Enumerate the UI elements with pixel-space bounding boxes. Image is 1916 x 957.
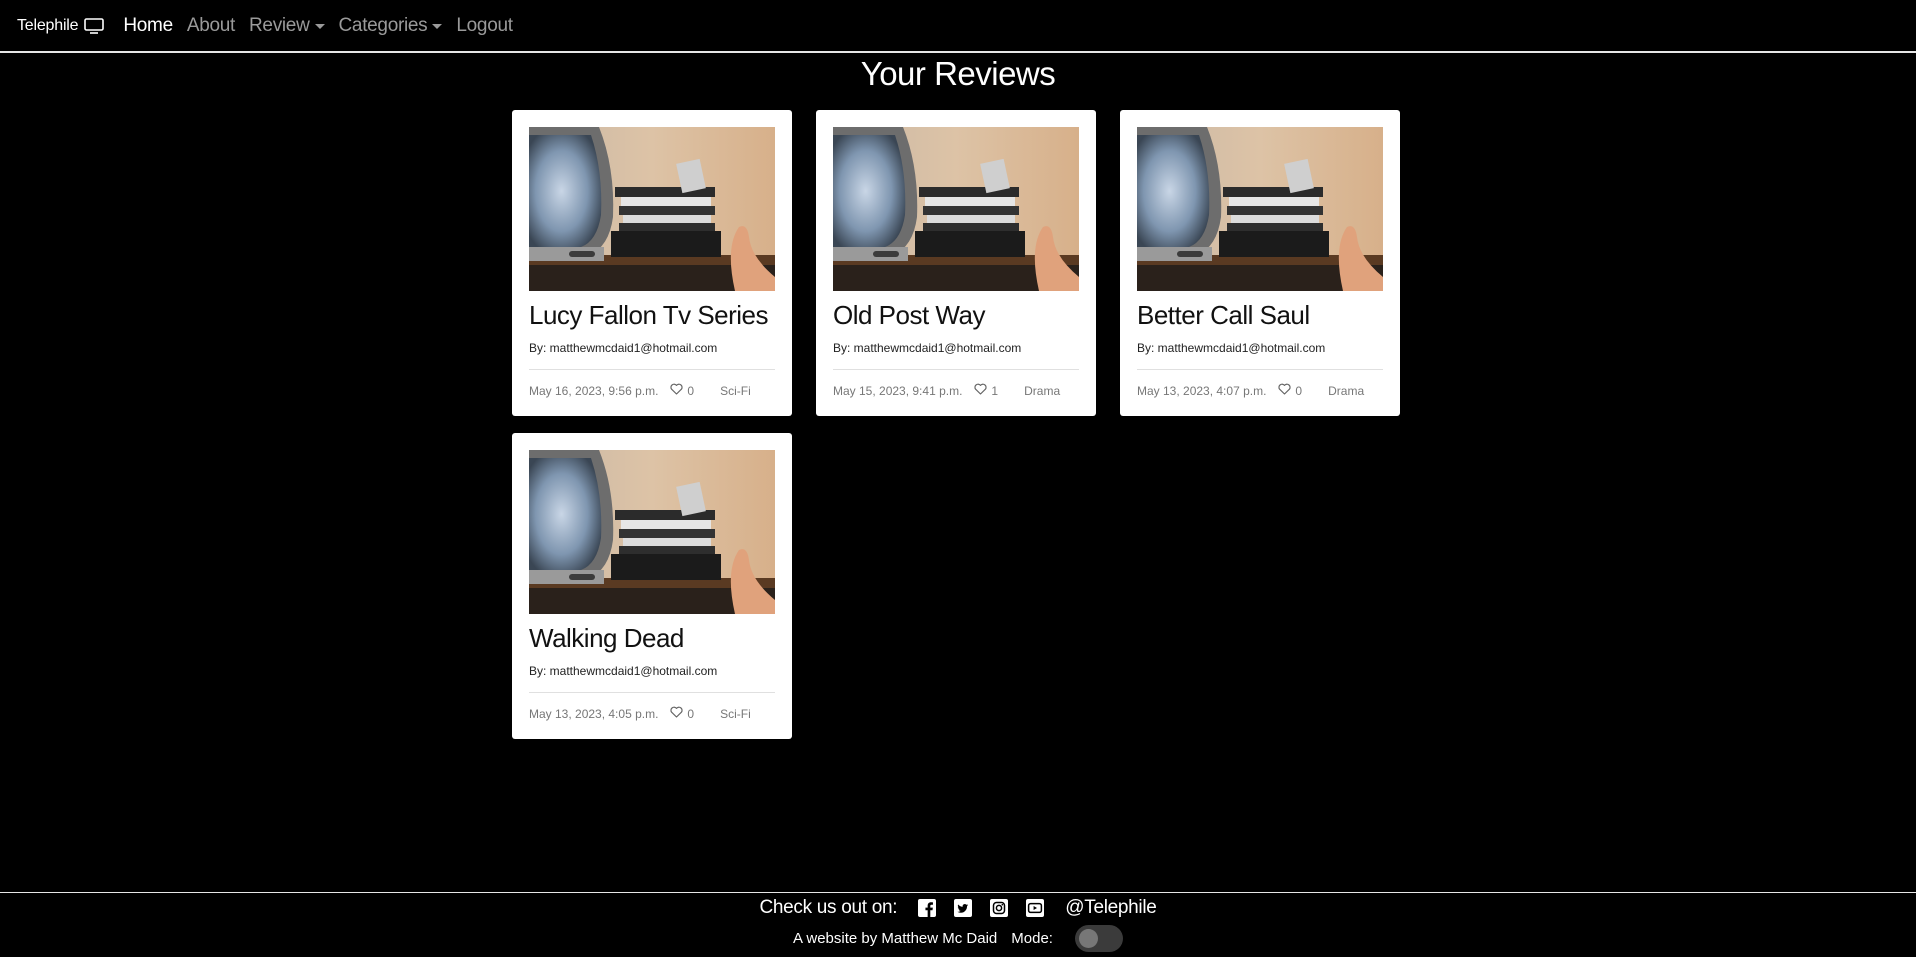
- card-divider: [1137, 369, 1383, 370]
- review-likes: 0: [670, 706, 694, 721]
- youtube-icon[interactable]: [1026, 899, 1045, 917]
- review-card[interactable]: Better Call Saul By: matthewmcdaid1@hotm…: [1120, 110, 1400, 416]
- nav-links: Home About Review Categories Logout: [123, 15, 526, 37]
- brand-name: Telephile: [17, 16, 79, 34]
- social-links: [909, 899, 1053, 917]
- heart-icon: [670, 706, 687, 721]
- review-category: Sci-Fi: [720, 383, 751, 398]
- review-card[interactable]: Old Post Way By: matthewmcdaid1@hotmail.…: [816, 110, 1096, 416]
- nav-home[interactable]: Home: [123, 14, 173, 37]
- instagram-icon[interactable]: [990, 899, 1009, 917]
- review-date: May 16, 2023, 9:56 p.m.: [529, 383, 659, 398]
- review-title[interactable]: Lucy Fallon Tv Series: [529, 299, 775, 331]
- review-category: Sci-Fi: [720, 706, 751, 721]
- review-image[interactable]: [529, 127, 775, 291]
- likes-count: 0: [1295, 383, 1303, 398]
- review-author: By: matthewmcdaid1@hotmail.com: [529, 341, 718, 355]
- nav-about-label: About: [186, 14, 235, 36]
- nav-review-label: Review: [249, 14, 310, 36]
- card-divider: [529, 369, 775, 370]
- review-likes: 0: [1278, 383, 1302, 398]
- caret-down-icon: [314, 24, 325, 29]
- footer-social-row: Check us out on: @Telephile: [0, 897, 1916, 919]
- review-author: By: matthewmcdaid1@hotmail.com: [1137, 341, 1326, 355]
- nav-logout-label: Logout: [456, 14, 513, 36]
- likes-count: 0: [687, 383, 695, 398]
- nav-categories-label: Categories: [338, 14, 428, 36]
- card-divider: [833, 369, 1079, 370]
- review-author: By: matthewmcdaid1@hotmail.com: [529, 664, 718, 678]
- nav-about[interactable]: About: [187, 15, 235, 37]
- review-category: Drama: [1328, 383, 1365, 398]
- review-date: May 15, 2023, 9:41 p.m.: [833, 383, 963, 398]
- caret-down-icon: [432, 24, 443, 29]
- tv-icon: [84, 17, 105, 34]
- review-date: May 13, 2023, 4:05 p.m.: [529, 706, 659, 721]
- brand-link[interactable]: Telephile: [17, 16, 105, 35]
- heart-icon: [670, 383, 687, 398]
- nav-review-dropdown[interactable]: Review: [249, 15, 325, 37]
- heart-icon: [974, 383, 991, 398]
- twitter-icon[interactable]: [954, 899, 973, 917]
- footer: Check us out on: @Telephile A website by…: [0, 892, 1916, 957]
- page-title: Your Reviews: [860, 55, 1056, 92]
- nav-logout[interactable]: Logout: [456, 14, 513, 37]
- card-divider: [529, 692, 775, 693]
- footer-credit-row: A website by Matthew Mc Daid Mode:: [0, 925, 1916, 952]
- nav-categories-dropdown[interactable]: Categories: [339, 15, 443, 37]
- review-image[interactable]: [529, 450, 775, 614]
- review-meta: May 13, 2023, 4:05 p.m. 0 Sci-Fi: [529, 706, 775, 721]
- facebook-icon[interactable]: [918, 899, 937, 917]
- review-author: By: matthewmcdaid1@hotmail.com: [833, 341, 1022, 355]
- review-likes: 0: [670, 383, 694, 398]
- social-handle: @Telephile: [1065, 897, 1157, 918]
- likes-count: 0: [687, 706, 695, 721]
- review-title[interactable]: Better Call Saul: [1137, 299, 1383, 331]
- toggle-knob: [1078, 929, 1098, 948]
- credit-text: A website by Matthew Mc Daid: [793, 930, 998, 947]
- mode-toggle[interactable]: [1074, 925, 1123, 952]
- nav-home-label: Home: [123, 14, 173, 36]
- review-image[interactable]: [833, 127, 1079, 291]
- likes-count: 1: [991, 383, 999, 398]
- navbar: Telephile Home About Review Categories L…: [0, 0, 1916, 53]
- review-image[interactable]: [1137, 127, 1383, 291]
- review-card[interactable]: Walking Dead By: matthewmcdaid1@hotmail.…: [512, 433, 792, 739]
- review-title[interactable]: Walking Dead: [529, 622, 775, 654]
- review-likes: 1: [974, 383, 998, 398]
- review-date: May 13, 2023, 4:07 p.m.: [1137, 383, 1267, 398]
- review-category: Drama: [1024, 383, 1061, 398]
- heart-icon: [1278, 383, 1295, 398]
- review-card[interactable]: Lucy Fallon Tv Series By: matthewmcdaid1…: [512, 110, 792, 416]
- review-title[interactable]: Old Post Way: [833, 299, 1079, 331]
- check-us-out-text: Check us out on:: [759, 897, 898, 918]
- mode-label: Mode:: [1011, 930, 1053, 947]
- review-meta: May 16, 2023, 9:56 p.m. 0 Sci-Fi: [529, 383, 775, 398]
- review-meta: May 13, 2023, 4:07 p.m. 0 Drama: [1137, 383, 1383, 398]
- review-meta: May 15, 2023, 9:41 p.m. 1 Drama: [833, 383, 1079, 398]
